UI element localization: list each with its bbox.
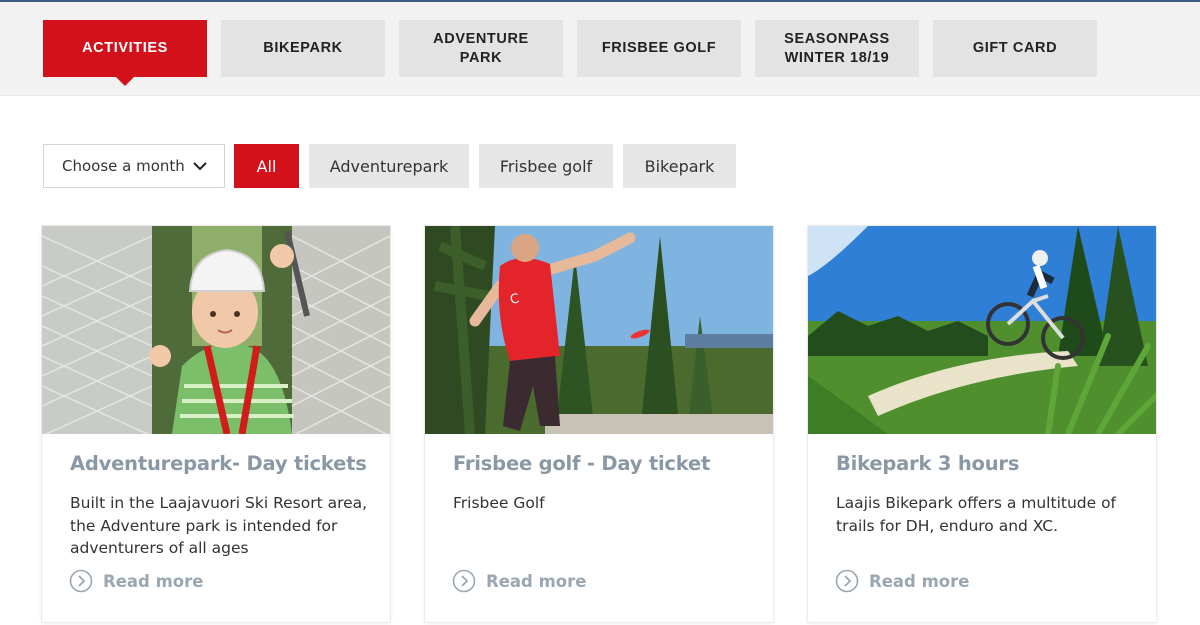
chevron-right-circle-icon	[69, 569, 93, 593]
read-more-link[interactable]: Read more	[835, 569, 969, 593]
filter-frisbee-golf[interactable]: Frisbee golf	[479, 144, 613, 188]
tab-label: FRISBEE GOLF	[601, 40, 717, 56]
tab-label: ADVENTURE PARK	[433, 30, 529, 66]
filter-bikepark[interactable]: Bikepark	[623, 144, 736, 188]
tab-frisbee-golf[interactable]: FRISBEE GOLF	[577, 20, 741, 77]
read-more-label: Read more	[486, 571, 587, 591]
chevron-right-circle-icon	[835, 569, 859, 593]
filter-label: Adventurepark	[329, 156, 449, 176]
card-title[interactable]: Bikepark 3 hours	[836, 452, 1019, 475]
filter-adventurepark[interactable]: Adventurepark	[309, 144, 469, 188]
tab-label: SEASONPASS WINTER 18/19	[784, 30, 890, 66]
child-on-rope-net-photo[interactable]	[42, 226, 390, 434]
category-tab-bar: ACTIVITIES BIKEPARK ADVENTURE PARK FRISB…	[0, 2, 1200, 96]
tab-seasonpass-winter[interactable]: SEASONPASS WINTER 18/19	[755, 20, 919, 77]
card-description: Laajis Bikepark offers a multitude of tr…	[836, 494, 1117, 535]
tab-label: BIKEPARK	[263, 40, 343, 56]
activity-card-adventurepark[interactable]: Adventurepark- Day tickets Built in the …	[42, 226, 390, 622]
filter-all[interactable]: All	[234, 144, 299, 188]
filter-label: All	[256, 156, 277, 176]
tab-label: ACTIVITIES	[82, 40, 168, 56]
read-more-link[interactable]: Read more	[69, 569, 203, 593]
tab-bikepark[interactable]: BIKEPARK	[221, 20, 385, 77]
disc-golf-player-photo[interactable]: C	[425, 226, 773, 434]
filter-label: Bikepark	[644, 156, 715, 176]
card-description: Frisbee Golf	[453, 494, 545, 512]
tab-activities[interactable]: ACTIVITIES	[43, 20, 207, 86]
month-dropdown[interactable]: Choose a month	[43, 144, 225, 188]
chevron-down-icon	[193, 162, 207, 171]
activity-card-frisbee-golf[interactable]: C Frisbee golf - Day ticket Frisbee Golf…	[425, 226, 773, 622]
chevron-right-circle-icon	[452, 569, 476, 593]
filter-label: Frisbee golf	[499, 156, 593, 176]
card-title[interactable]: Adventurepark- Day tickets	[70, 452, 367, 475]
tab-gift-card[interactable]: GIFT CARD	[933, 20, 1097, 77]
read-more-label: Read more	[103, 571, 204, 591]
read-more-label: Read more	[869, 571, 970, 591]
tab-adventure-park[interactable]: ADVENTURE PARK	[399, 20, 563, 77]
card-title[interactable]: Frisbee golf - Day ticket	[453, 452, 710, 475]
tab-label: GIFT CARD	[972, 40, 1058, 56]
month-dropdown-label: Choose a month	[62, 157, 185, 175]
activity-card-bikepark[interactable]: Bikepark 3 hours Laajis Bikepark offers …	[808, 226, 1156, 622]
read-more-link[interactable]: Read more	[452, 569, 586, 593]
mountain-biker-jump-photo[interactable]	[808, 226, 1156, 434]
card-description: Built in the Laajavuori Ski Resort area,…	[70, 494, 368, 557]
